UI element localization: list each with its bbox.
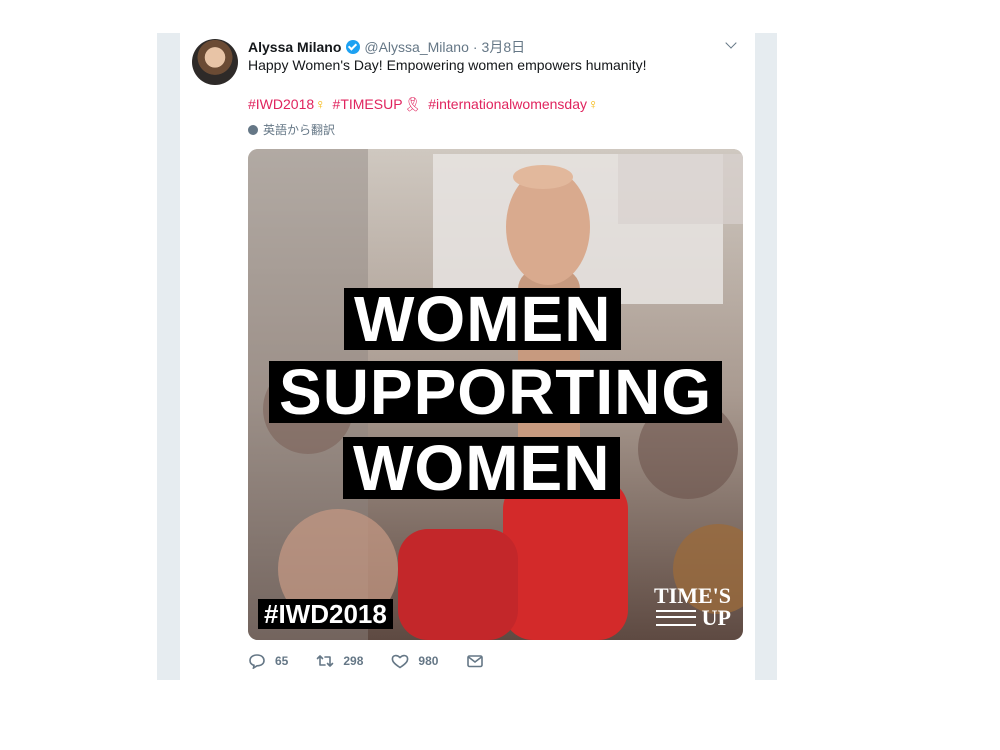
author-name[interactable]: Alyssa Milano — [248, 39, 341, 55]
headline-line-2: SUPPORTING — [269, 360, 723, 424]
separator: · — [472, 39, 478, 55]
timesup-logo: TIME'S UP — [637, 585, 731, 629]
ribbon-emoji: 🎗 — [403, 96, 422, 112]
tweet-actions: 65 298 980 — [248, 653, 512, 669]
retweet-icon — [317, 655, 334, 667]
logo-bottom-text: UP — [701, 605, 731, 630]
hashtag-line: #IWD2018♀ #TIMESUP🎗 #internationalwomens… — [248, 96, 602, 113]
like-button[interactable]: 980 — [391, 653, 438, 669]
tweet-card[interactable]: Alyssa Milano @Alyssa_Milano · 3月8日 Happ… — [180, 33, 755, 680]
reply-button[interactable]: 65 — [248, 653, 288, 669]
right-gutter — [755, 33, 777, 680]
headline-line-1: WOMEN — [344, 287, 622, 351]
venus-emoji: ♀ — [588, 96, 599, 112]
chevron-down-icon[interactable] — [725, 39, 739, 51]
hashtag-internationalwomensday[interactable]: #internationalwomensday — [428, 96, 587, 112]
reply-count: 65 — [275, 654, 289, 668]
globe-icon — [248, 124, 258, 135]
message-icon — [467, 655, 484, 668]
like-count: 980 — [418, 654, 439, 668]
translate-label[interactable]: 英語から翻訳 — [263, 121, 335, 138]
tweet-image[interactable]: WOMEN SUPPORTING WOMEN #IWD2018 TIME'S U… — [248, 149, 743, 640]
venus-emoji: ♀ — [315, 96, 326, 112]
tweet-date[interactable]: 3月8日 — [482, 37, 526, 57]
logo-top-text: TIME'S — [653, 583, 731, 608]
reply-icon — [249, 654, 265, 669]
tweet-text: Happy Women's Day! Empowering women empo… — [248, 57, 647, 73]
hashtag-timesup[interactable]: #TIMESUP — [333, 96, 403, 112]
hashtag-iwd2018[interactable]: #IWD2018 — [248, 96, 314, 112]
logo-bars — [655, 610, 696, 626]
tweet-header: Alyssa Milano @Alyssa_Milano · 3月8日 — [248, 37, 525, 57]
verified-badge-icon — [346, 40, 361, 54]
author-handle[interactable]: @Alyssa_Milano — [364, 39, 468, 55]
retweet-button[interactable]: 298 — [316, 653, 363, 669]
headline-line-3: WOMEN — [343, 436, 621, 500]
retweet-count: 298 — [343, 654, 364, 668]
like-icon — [391, 654, 409, 669]
message-button[interactable] — [466, 653, 484, 669]
left-gutter — [157, 33, 180, 680]
avatar[interactable] — [192, 39, 238, 85]
translate-link[interactable]: 英語から翻訳 — [248, 121, 335, 138]
image-hashtag: #IWD2018 — [258, 599, 393, 629]
